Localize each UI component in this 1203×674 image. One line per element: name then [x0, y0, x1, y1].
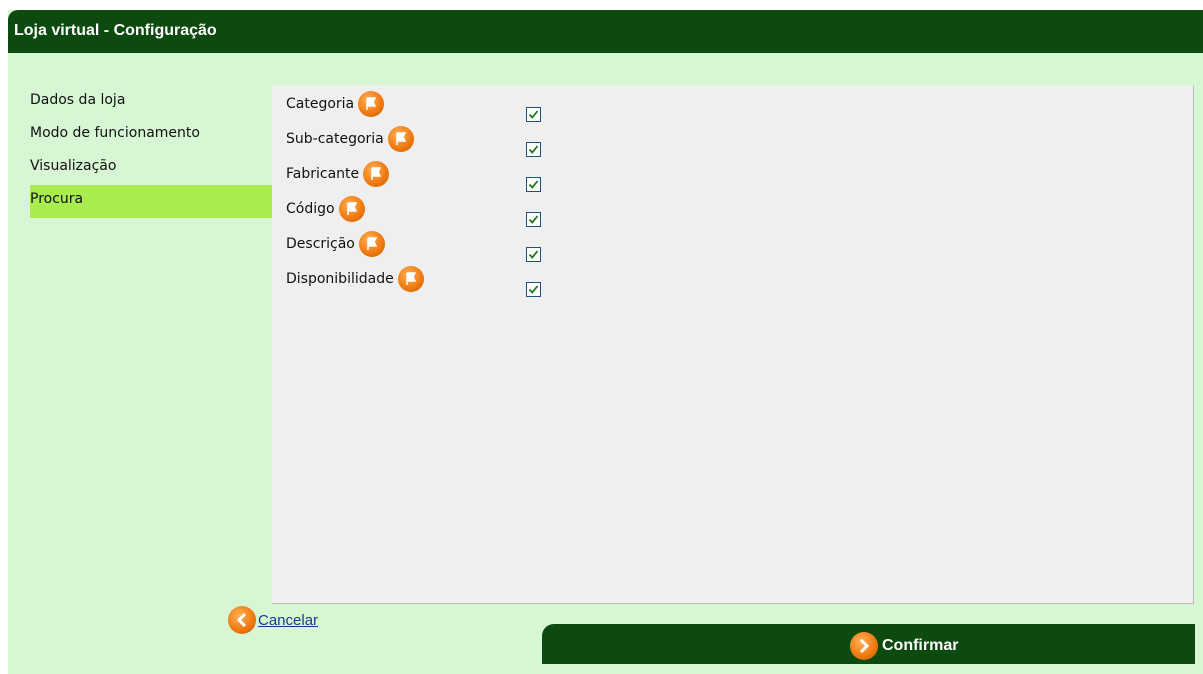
field-label: Categoria [286, 96, 355, 112]
help-icon[interactable] [397, 266, 424, 292]
chevron-right-icon [850, 632, 878, 660]
sidebar-item-procura[interactable]: Procura [30, 185, 272, 218]
help-icon[interactable] [363, 161, 390, 187]
sidebar-item-modo-de-funcionamento[interactable]: Modo de funcionamento [30, 119, 272, 152]
fabricante-checkbox[interactable] [526, 177, 541, 192]
field-label: Código [286, 201, 335, 217]
sidebar-item-dados-da-loja[interactable]: Dados da loja [30, 86, 272, 119]
field-label: Fabricante [286, 166, 360, 182]
categoria-checkbox[interactable] [526, 107, 541, 122]
search-field-row: Código [286, 194, 365, 224]
window-title: Loja virtual - Configuração [8, 10, 1203, 53]
sidebar: Dados da loja Modo de funcionamento Visu… [30, 86, 272, 218]
help-icon[interactable] [387, 126, 414, 152]
config-window: Loja virtual - Configuração Dados da loj… [8, 10, 1203, 674]
search-field-row: Disponibilidade [286, 264, 424, 294]
disponibilidade-checkbox[interactable] [526, 282, 541, 297]
search-field-row: Sub-categoria [286, 124, 414, 154]
search-field-row: Fabricante [286, 159, 390, 189]
field-label: Descrição [286, 236, 355, 252]
field-label: Sub-categoria [286, 131, 384, 147]
search-field-row: Descrição [286, 229, 385, 259]
confirm-button[interactable]: Confirmar [850, 632, 958, 660]
descricao-checkbox[interactable] [526, 247, 541, 262]
help-icon[interactable] [358, 231, 385, 257]
field-label: Disponibilidade [286, 271, 394, 287]
cancel-label[interactable]: Cancelar [258, 612, 318, 629]
codigo-checkbox[interactable] [526, 212, 541, 227]
help-icon[interactable] [358, 91, 385, 117]
sidebar-item-visualizacao[interactable]: Visualização [30, 152, 272, 185]
sub-categoria-checkbox[interactable] [526, 142, 541, 157]
confirm-label[interactable]: Confirmar [882, 637, 958, 655]
search-settings-panel: Categoria Sub-categoria Fabricante Códig… [272, 85, 1194, 604]
cancel-button[interactable]: Cancelar [228, 606, 318, 634]
search-field-row: Categoria [286, 89, 385, 119]
help-icon[interactable] [338, 196, 365, 222]
chevron-left-icon [228, 606, 256, 634]
